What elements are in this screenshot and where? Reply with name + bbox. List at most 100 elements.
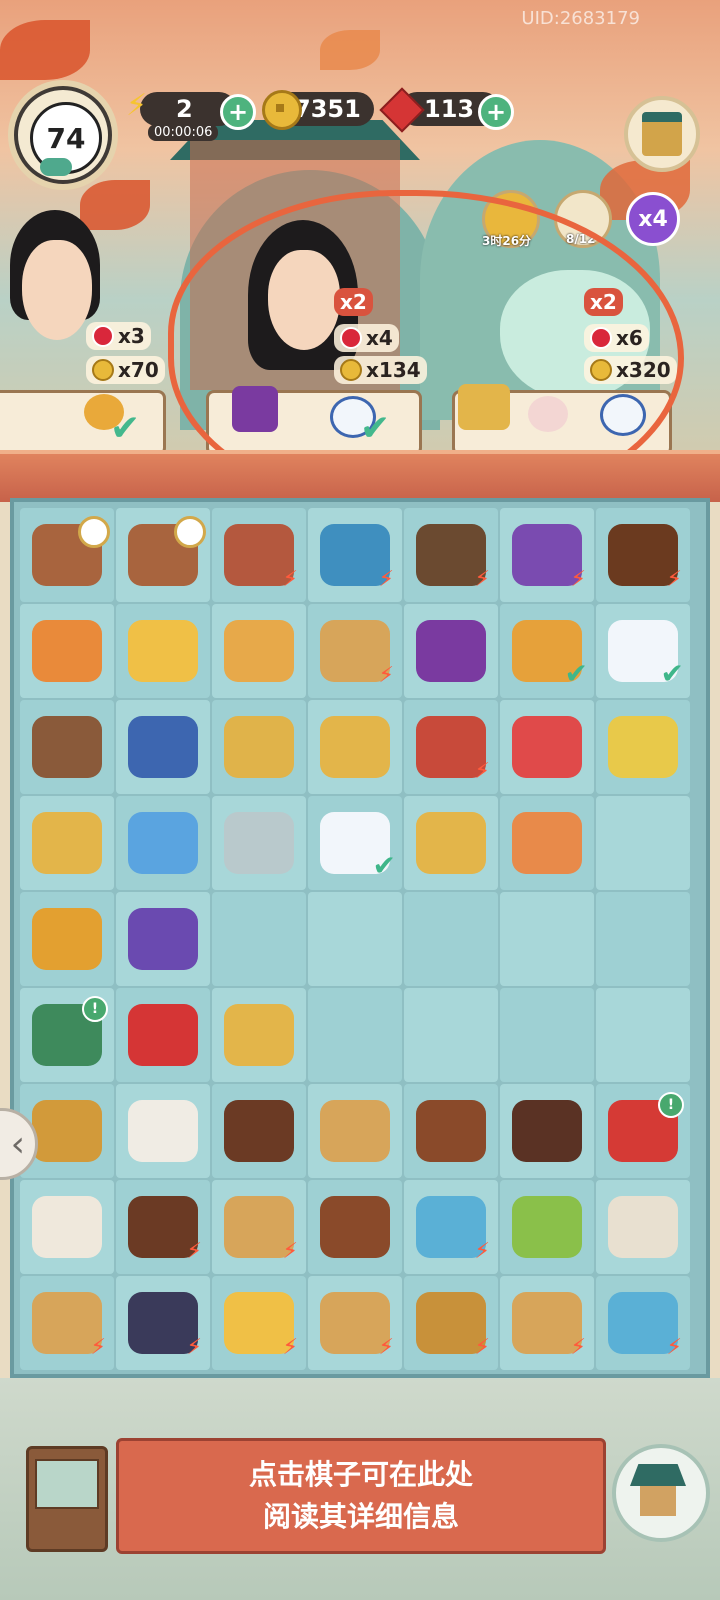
board-cell[interactable]: ⚡ <box>308 1276 402 1370</box>
board-cell[interactable] <box>212 988 306 1082</box>
customer-counter[interactable] <box>0 390 166 456</box>
board-cell[interactable]: ⚡ <box>212 508 306 602</box>
egg-custard-bowl-item[interactable]: ✔ <box>320 812 396 882</box>
pearl-bracelet-item[interactable] <box>32 812 102 874</box>
board-cell[interactable] <box>500 892 594 986</box>
treasure-chest-item[interactable]: ⚡ <box>128 1196 202 1264</box>
board-cell[interactable]: ⚡ <box>404 1276 498 1370</box>
multiplier-button[interactable]: x4 <box>626 192 680 246</box>
board-cell[interactable]: ⚡ <box>404 1180 498 1274</box>
basket-item[interactable] <box>32 1100 102 1162</box>
board-cell[interactable]: ✔ <box>500 604 594 698</box>
board-cell[interactable] <box>20 604 114 698</box>
board-cell[interactable] <box>116 700 210 794</box>
board-cell[interactable] <box>116 796 210 890</box>
gold-flower-item[interactable] <box>416 812 486 874</box>
wooden-box-item[interactable] <box>224 1100 294 1162</box>
fruit-basket-item[interactable]: ⚡ <box>32 1292 106 1360</box>
board-cell[interactable]: ⚡ <box>212 1276 306 1370</box>
roast-chicken-item[interactable]: ✔ <box>512 620 588 690</box>
board-cell[interactable]: ⚡ <box>20 1276 114 1370</box>
board-cell[interactable]: ⚡ <box>212 1180 306 1274</box>
feather-item[interactable] <box>224 812 294 874</box>
board-cell[interactable] <box>20 508 114 602</box>
board-cell[interactable]: ✔ <box>596 604 690 698</box>
board-cell[interactable] <box>116 604 210 698</box>
blue-teapot-item[interactable]: ⚡ <box>416 1196 490 1264</box>
board-cell[interactable] <box>404 796 498 890</box>
treasure-chest-open-item[interactable]: ⚡ <box>128 1292 202 1360</box>
board-cell[interactable] <box>308 700 402 794</box>
board-cell[interactable]: ! <box>596 1084 690 1178</box>
dark-box-item[interactable] <box>512 1100 582 1162</box>
gift-crate-item[interactable]: ⚡ <box>224 524 298 592</box>
brush-holder-item[interactable]: ⚡ <box>320 620 394 688</box>
add-energy-button[interactable]: + <box>220 94 256 130</box>
butterfly-hairpin-item[interactable] <box>128 812 198 874</box>
board-cell[interactable] <box>20 892 114 986</box>
scroll-crate-item[interactable]: ⚡ <box>320 1292 394 1360</box>
tea-cup-item[interactable] <box>128 716 198 778</box>
golden-hairpin-item[interactable] <box>320 716 390 778</box>
tea-plate-item[interactable] <box>224 716 294 778</box>
bamboo-item[interactable] <box>512 1196 582 1258</box>
board-cell[interactable] <box>596 892 690 986</box>
tree-ring-item[interactable]: ⚡ <box>608 524 682 592</box>
silk-pouch-item[interactable] <box>416 620 486 682</box>
green-tin-item[interactable]: ! <box>32 996 108 1066</box>
board-cell[interactable] <box>212 700 306 794</box>
egg-item[interactable] <box>32 620 102 682</box>
board-cell[interactable] <box>596 988 690 1082</box>
board-cell[interactable] <box>116 892 210 986</box>
board-cell[interactable]: ⚡ <box>308 604 402 698</box>
nest-item[interactable] <box>416 1100 486 1162</box>
shop-button[interactable] <box>624 96 700 172</box>
snack-tray-item[interactable]: ⚡ <box>512 1292 586 1360</box>
spindle-item[interactable] <box>608 1196 678 1258</box>
loom-item[interactable]: ⚡ <box>512 524 586 592</box>
board-cell[interactable] <box>308 1180 402 1274</box>
add-gems-button[interactable]: + <box>478 94 514 130</box>
board-cell[interactable] <box>212 892 306 986</box>
board-cell[interactable] <box>308 892 402 986</box>
board-cell[interactable] <box>404 1084 498 1178</box>
board-cell[interactable] <box>308 988 402 1082</box>
brush-crate-item[interactable]: ⚡ <box>416 1292 490 1360</box>
golden-porridge-item[interactable] <box>128 620 198 682</box>
temple-button[interactable] <box>612 1444 710 1542</box>
watermelon-plate-item[interactable] <box>512 716 582 778</box>
board-cell[interactable]: ⚡ <box>308 508 402 602</box>
chicken-coop-item[interactable] <box>128 516 206 586</box>
ruby-gems-item[interactable] <box>128 1004 198 1066</box>
board-cell[interactable]: ⚡ <box>116 1276 210 1370</box>
board-cell[interactable] <box>20 700 114 794</box>
board-cell[interactable] <box>500 796 594 890</box>
board-cell[interactable] <box>500 700 594 794</box>
teapot-stand-item[interactable]: ⚡ <box>320 524 394 592</box>
red-tin-item[interactable]: ! <box>608 1092 684 1162</box>
dumpling-basket-item[interactable]: ⚡ <box>224 1196 298 1264</box>
board-cell[interactable] <box>116 1084 210 1178</box>
board-cell[interactable] <box>212 1084 306 1178</box>
board-cell[interactable]: ⚡ <box>500 1276 594 1370</box>
silk-rolls-item[interactable] <box>32 1196 102 1258</box>
tea-set-item[interactable]: ⚡ <box>608 1292 682 1360</box>
board-cell[interactable] <box>212 796 306 890</box>
board-cell[interactable] <box>596 700 690 794</box>
board-cell[interactable] <box>596 1180 690 1274</box>
cotton-bowl-item[interactable] <box>128 1100 198 1162</box>
board-cell[interactable] <box>500 1084 594 1178</box>
board-cell[interactable] <box>116 508 210 602</box>
energy-jar-purple-item[interactable] <box>128 908 198 970</box>
lantern-item[interactable] <box>224 620 294 682</box>
egg-nest-item[interactable] <box>320 1196 390 1258</box>
board-cell[interactable] <box>404 988 498 1082</box>
storage-cabinet-button[interactable] <box>26 1446 108 1552</box>
board-cell[interactable] <box>500 1180 594 1274</box>
chick-nest-item[interactable]: ⚡ <box>224 1292 298 1360</box>
sparrow-item[interactable] <box>32 716 102 778</box>
fried-rice-item[interactable] <box>608 716 678 778</box>
scroll-box-item[interactable]: ⚡ <box>416 716 490 784</box>
board-cell[interactable] <box>20 1180 114 1274</box>
energy-jar-gold-item[interactable] <box>32 908 102 970</box>
